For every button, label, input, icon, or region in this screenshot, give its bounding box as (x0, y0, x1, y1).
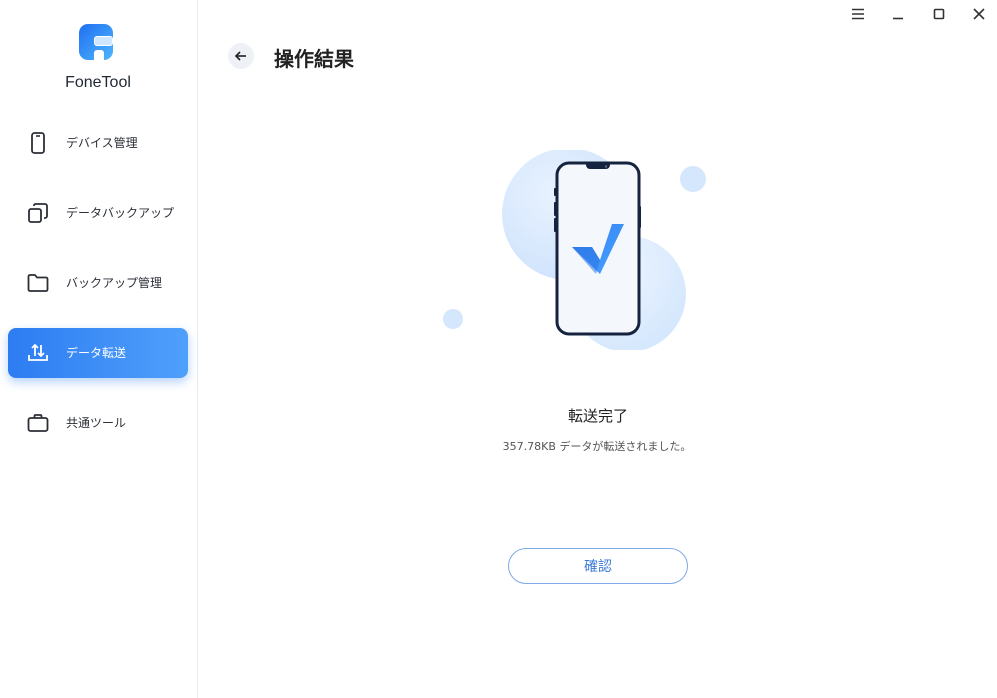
maximize-button[interactable] (929, 4, 949, 24)
sidebar-item-common-tools[interactable]: 共通ツール (8, 398, 188, 448)
sidebar: FoneTool デバイス管理 データバックアップ バックアップ管理 データ転送… (0, 0, 198, 698)
sidebar-item-backup-management[interactable]: バックアップ管理 (8, 258, 188, 308)
minimize-button[interactable] (888, 4, 908, 24)
close-icon (973, 8, 985, 20)
maximize-icon (933, 8, 945, 20)
page-title: 操作結果 (274, 47, 354, 71)
result-description: 357.78KB データが転送されました。 (502, 440, 692, 453)
folder-icon (27, 274, 49, 292)
arrow-left-icon (234, 51, 246, 61)
app-name: FoneTool (65, 74, 131, 91)
copy-icon (28, 203, 48, 223)
fonetool-logo-icon (79, 24, 113, 62)
phone-checkmark-icon (443, 150, 706, 350)
sidebar-item-label: データ転送 (66, 346, 127, 360)
sidebar-item-data-backup[interactable]: データバックアップ (8, 188, 188, 238)
phone-icon (31, 132, 45, 154)
transfer-icon (28, 343, 48, 361)
close-button[interactable] (969, 4, 989, 24)
menu-icon (852, 8, 864, 20)
back-button[interactable] (228, 43, 254, 69)
menu-button[interactable] (848, 4, 868, 24)
sidebar-item-label: デバイス管理 (66, 136, 138, 150)
result-title: 転送完了 (567, 407, 628, 425)
sidebar-item-data-transfer[interactable]: データ転送 (8, 328, 188, 378)
minimize-icon (893, 17, 903, 20)
sidebar-item-label: データバックアップ (66, 206, 175, 220)
sidebar-item-label: バックアップ管理 (66, 276, 163, 290)
sidebar-item-label: 共通ツール (66, 416, 127, 430)
confirm-button[interactable]: 確認 (508, 548, 688, 584)
sidebar-item-device-management[interactable]: デバイス管理 (8, 118, 188, 168)
toolbox-icon (27, 414, 49, 432)
